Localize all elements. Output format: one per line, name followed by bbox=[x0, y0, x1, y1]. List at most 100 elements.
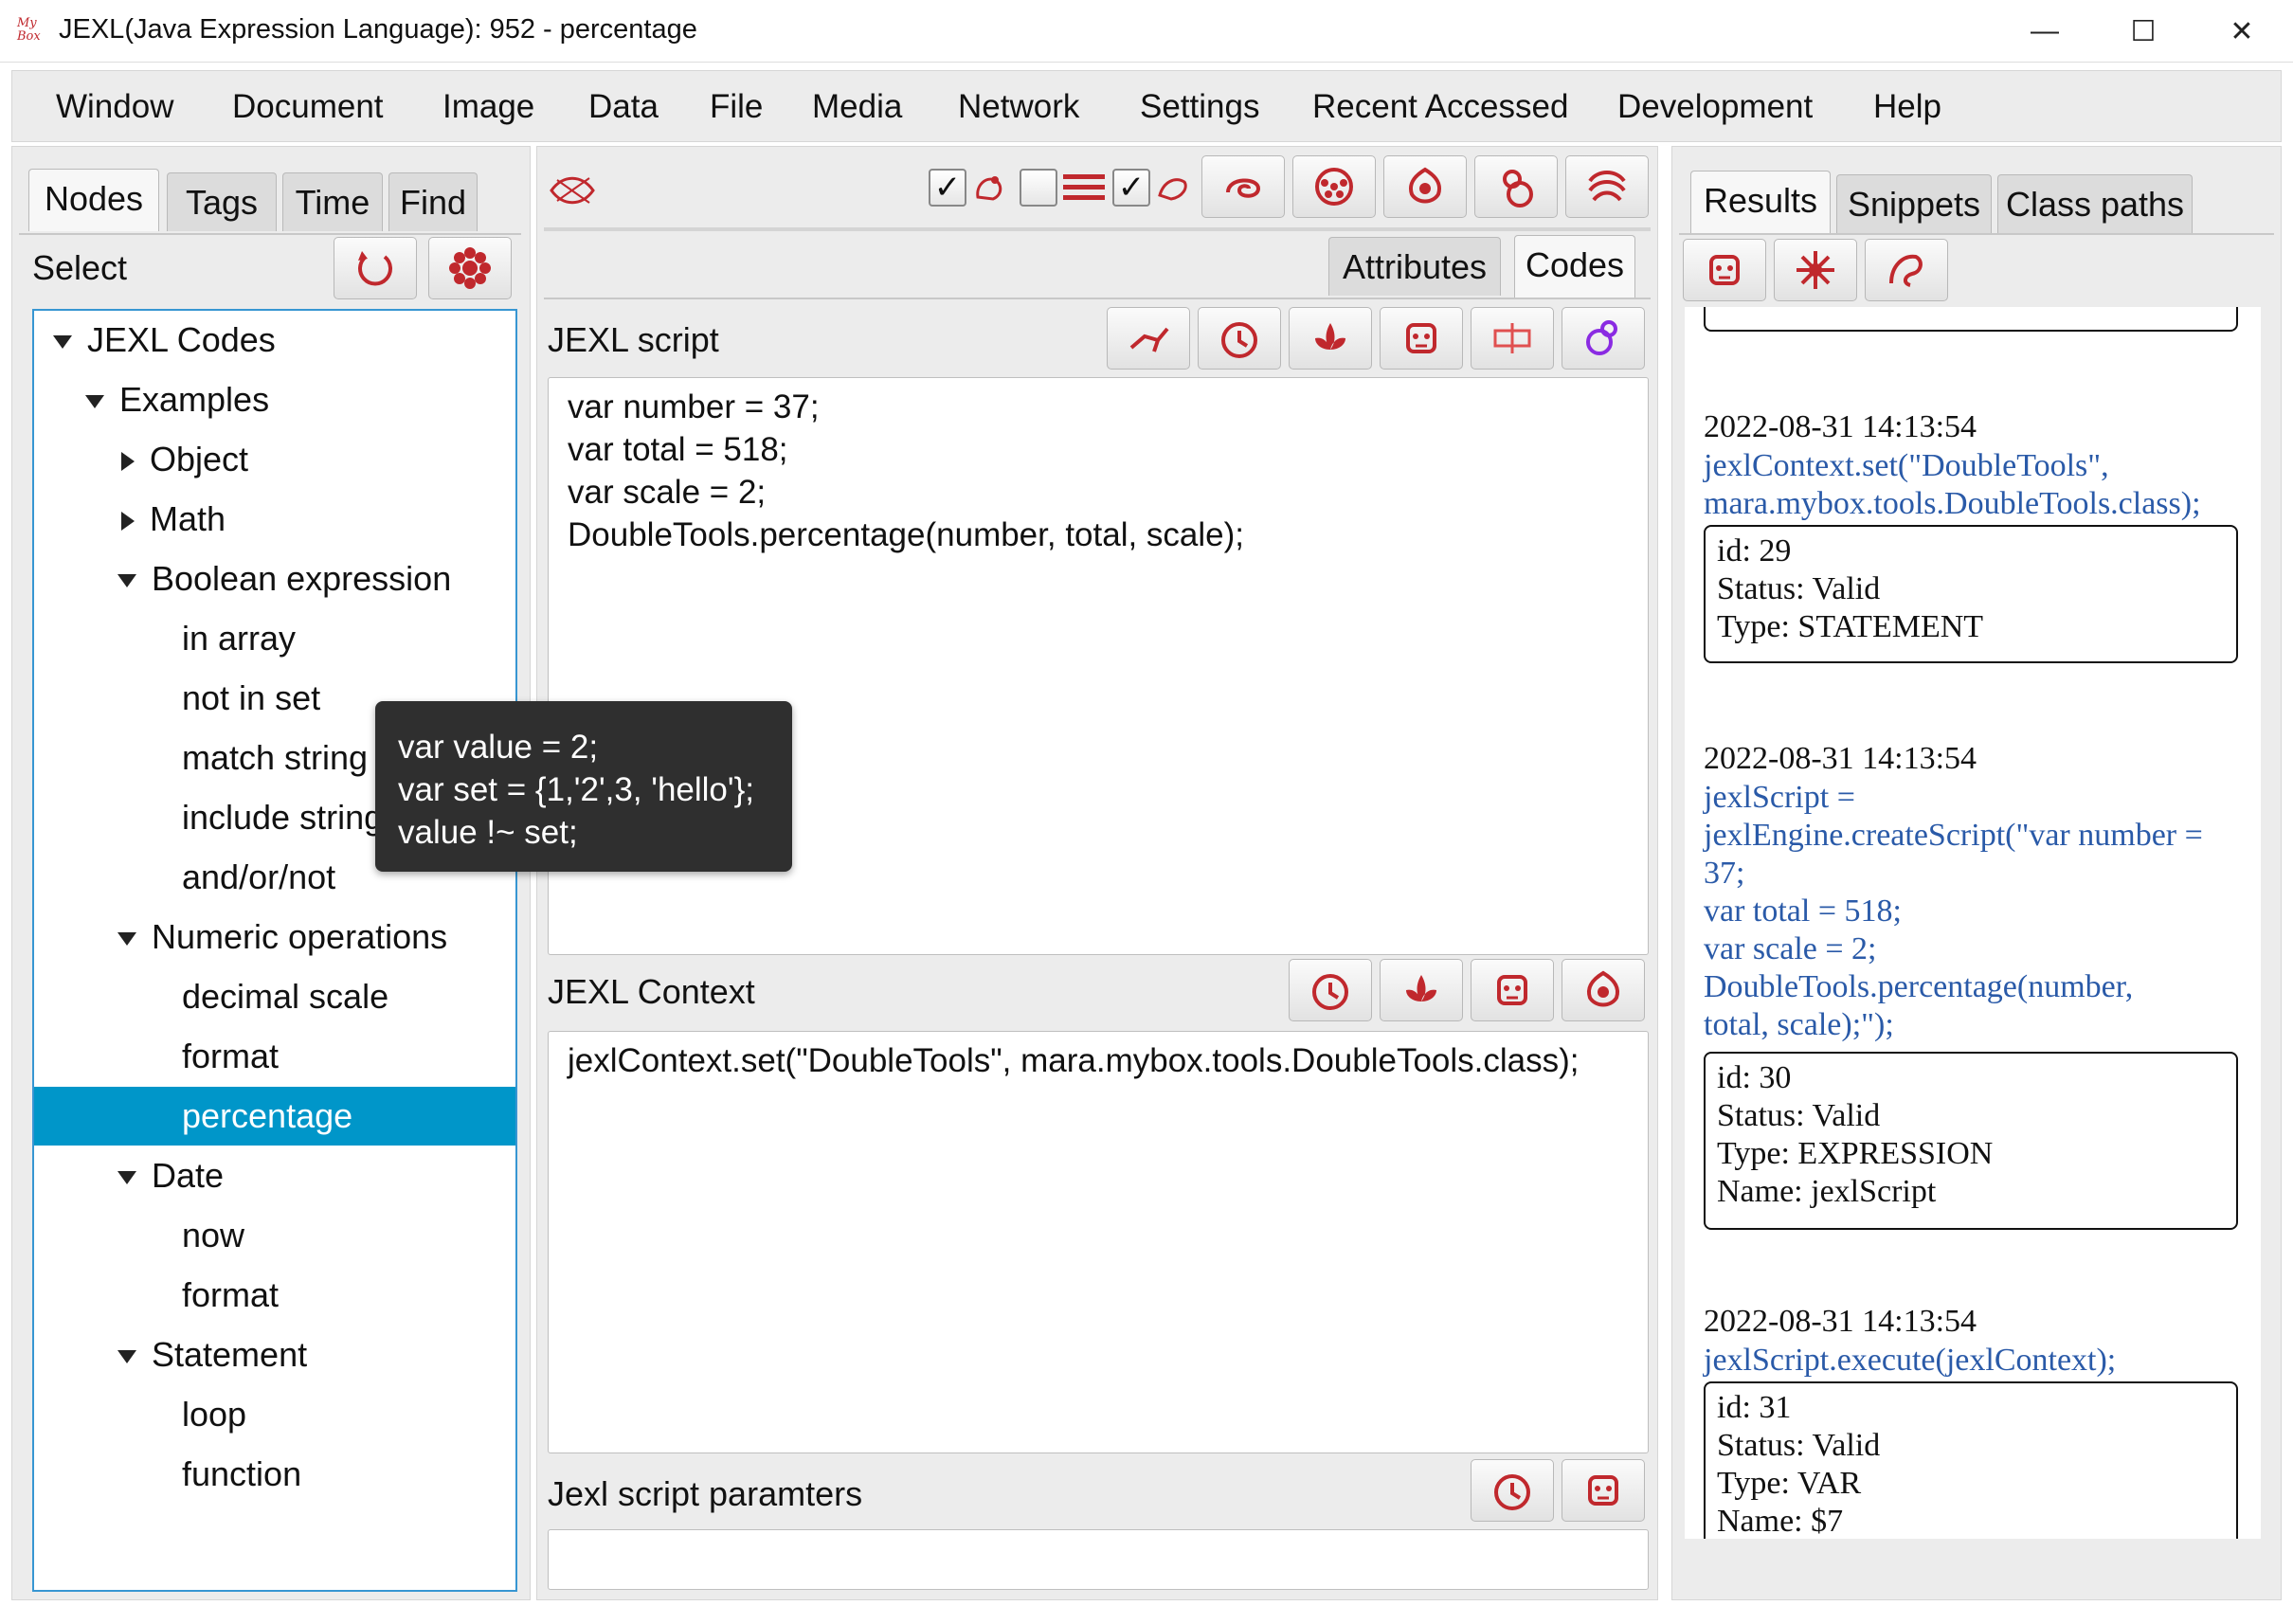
tree-leaf[interactable]: match string bbox=[182, 729, 368, 787]
menu-window[interactable]: Window bbox=[56, 71, 173, 143]
wave-button[interactable] bbox=[1565, 155, 1649, 218]
bird-icon bbox=[1154, 169, 1192, 207]
tab-find[interactable]: Find bbox=[388, 172, 478, 231]
results-flower-button[interactable] bbox=[1774, 239, 1857, 301]
history-button[interactable] bbox=[1198, 307, 1281, 370]
tab-codes[interactable]: Codes bbox=[1514, 235, 1635, 298]
menu-help[interactable]: Help bbox=[1873, 71, 1941, 143]
swirl-icon bbox=[1226, 178, 1261, 198]
tree-leaf[interactable]: decimal scale bbox=[182, 967, 388, 1026]
tree-leaf[interactable]: now bbox=[182, 1206, 244, 1265]
lotus-button[interactable] bbox=[1289, 307, 1372, 370]
wave-icon bbox=[1588, 171, 1626, 202]
jexl-context-label: JEXL Context bbox=[548, 972, 755, 1011]
results-bird-button[interactable] bbox=[1865, 239, 1948, 301]
menu-settings[interactable]: Settings bbox=[1140, 71, 1259, 143]
collapse-arrow-icon[interactable] bbox=[117, 574, 136, 588]
tree-node[interactable]: Date bbox=[117, 1146, 224, 1205]
menu-recent-accessed[interactable]: Recent Accessed bbox=[1312, 71, 1568, 143]
peony-icon bbox=[1587, 970, 1619, 1007]
menu-image[interactable]: Image bbox=[442, 71, 534, 143]
clear-button[interactable] bbox=[1471, 307, 1554, 370]
expand-arrow-icon[interactable] bbox=[121, 452, 135, 472]
context-peony-button[interactable] bbox=[1562, 959, 1645, 1021]
clock-icon bbox=[1221, 322, 1257, 358]
tree-leaf[interactable]: loop bbox=[182, 1385, 246, 1444]
lotus-root-icon bbox=[1315, 168, 1353, 206]
collapse-arrow-icon[interactable] bbox=[117, 1171, 136, 1185]
expand-arrow-icon[interactable] bbox=[121, 512, 135, 532]
tree-node[interactable]: Object bbox=[117, 430, 248, 489]
result-time: 2022-08-31 14:13:54 bbox=[1704, 1304, 1977, 1339]
tree-leaf-selected[interactable]: percentage bbox=[34, 1087, 515, 1146]
tab-snippets[interactable]: Snippets bbox=[1836, 174, 1992, 233]
tree-node[interactable]: Boolean expression bbox=[117, 550, 451, 608]
chrysanthemum-icon bbox=[1796, 251, 1834, 289]
context-lotus-button[interactable] bbox=[1380, 959, 1463, 1021]
tree-node-tooltip: var value = 2; var set = {1,'2',3, 'hell… bbox=[375, 701, 792, 872]
tree-leaf[interactable]: format bbox=[182, 1027, 279, 1086]
menu-file[interactable]: File bbox=[710, 71, 763, 143]
collapse-arrow-icon[interactable] bbox=[53, 335, 72, 350]
tiger-icon bbox=[1709, 255, 1740, 285]
collapse-arrow-icon[interactable] bbox=[85, 395, 104, 409]
window-title: JEXL(Java Expression Language): 952 - pe… bbox=[59, 14, 697, 45]
tab-divider bbox=[544, 298, 1651, 299]
tab-attributes[interactable]: Attributes bbox=[1328, 237, 1501, 296]
tree-leaf[interactable]: format bbox=[182, 1266, 279, 1325]
tree-leaf[interactable]: in array bbox=[182, 609, 296, 668]
maximize-button[interactable]: ☐ bbox=[2094, 0, 2193, 63]
example-button[interactable] bbox=[1562, 307, 1645, 370]
peony-button[interactable] bbox=[1383, 155, 1467, 218]
collapse-arrow-icon[interactable] bbox=[117, 1350, 136, 1364]
tree-leaf[interactable]: include string bbox=[182, 788, 383, 847]
tree-node[interactable]: JEXL Codes bbox=[53, 311, 276, 370]
jexl-context-textarea[interactable]: jexlContext.set("DoubleTools", mara.mybo… bbox=[548, 1031, 1649, 1453]
tree-node[interactable]: Math bbox=[117, 490, 226, 549]
gourd-button[interactable] bbox=[1474, 155, 1558, 218]
tree-leaf[interactable]: not in set bbox=[182, 669, 320, 728]
result-time: 2022-08-31 14:13:54 bbox=[1704, 741, 1977, 776]
tab-tags[interactable]: Tags bbox=[167, 172, 277, 231]
tab-results[interactable]: Results bbox=[1690, 171, 1831, 233]
tab-time[interactable]: Time bbox=[282, 172, 383, 231]
tree-node[interactable]: Numeric operations bbox=[117, 908, 447, 966]
checkbox-1[interactable]: ✓ bbox=[929, 169, 966, 207]
tree-leaf[interactable]: and/or/not bbox=[182, 848, 335, 907]
results-tiger-button[interactable] bbox=[1683, 239, 1766, 301]
node-tree[interactable]: JEXL Codes Examples Object Math Boolean … bbox=[32, 309, 517, 1592]
tiger-icon bbox=[1497, 975, 1527, 1005]
collapse-arrow-icon[interactable] bbox=[117, 932, 136, 947]
close-button[interactable]: ✕ bbox=[2193, 0, 2291, 63]
checkbox-2[interactable] bbox=[1020, 169, 1057, 207]
context-history-button[interactable] bbox=[1289, 959, 1372, 1021]
params-tiger-button[interactable] bbox=[1562, 1459, 1645, 1522]
refresh-icon bbox=[358, 251, 392, 286]
tab-nodes[interactable]: Nodes bbox=[28, 169, 159, 231]
menu-data[interactable]: Data bbox=[588, 71, 659, 143]
tiger-button[interactable] bbox=[1380, 307, 1463, 370]
refresh-button[interactable] bbox=[334, 237, 417, 299]
menu-development[interactable]: Development bbox=[1617, 71, 1813, 143]
script-parameters-input[interactable] bbox=[548, 1529, 1649, 1590]
tree-node[interactable]: Examples bbox=[85, 370, 269, 429]
menu-network[interactable]: Network bbox=[958, 71, 1079, 143]
menu-media[interactable]: Media bbox=[812, 71, 902, 143]
goat-button[interactable] bbox=[1107, 307, 1190, 370]
swirl-button[interactable] bbox=[1201, 155, 1285, 218]
flower-button[interactable] bbox=[428, 237, 512, 299]
context-tiger-button[interactable] bbox=[1471, 959, 1554, 1021]
app-logo-icon: My Box bbox=[17, 16, 41, 44]
lotus-root-button[interactable] bbox=[1292, 155, 1376, 218]
tree-node[interactable]: Statement bbox=[117, 1326, 307, 1384]
title-bar: My Box JEXL(Java Expression Language): 9… bbox=[0, 0, 2293, 63]
tab-class-paths[interactable]: Class paths bbox=[1997, 174, 2193, 233]
gourd-purple-icon bbox=[1586, 320, 1617, 355]
tree-leaf[interactable]: function bbox=[182, 1445, 301, 1504]
minimize-button[interactable]: — bbox=[1995, 0, 2094, 63]
checkbox-3[interactable]: ✓ bbox=[1112, 169, 1150, 207]
menu-document[interactable]: Document bbox=[232, 71, 384, 143]
result-time: 2022-08-31 14:13:54 bbox=[1704, 409, 1977, 444]
results-view[interactable]: 2022-08-31 14:13:54 jexlContext.set("Dou… bbox=[1685, 307, 2261, 1539]
params-history-button[interactable] bbox=[1471, 1459, 1554, 1522]
